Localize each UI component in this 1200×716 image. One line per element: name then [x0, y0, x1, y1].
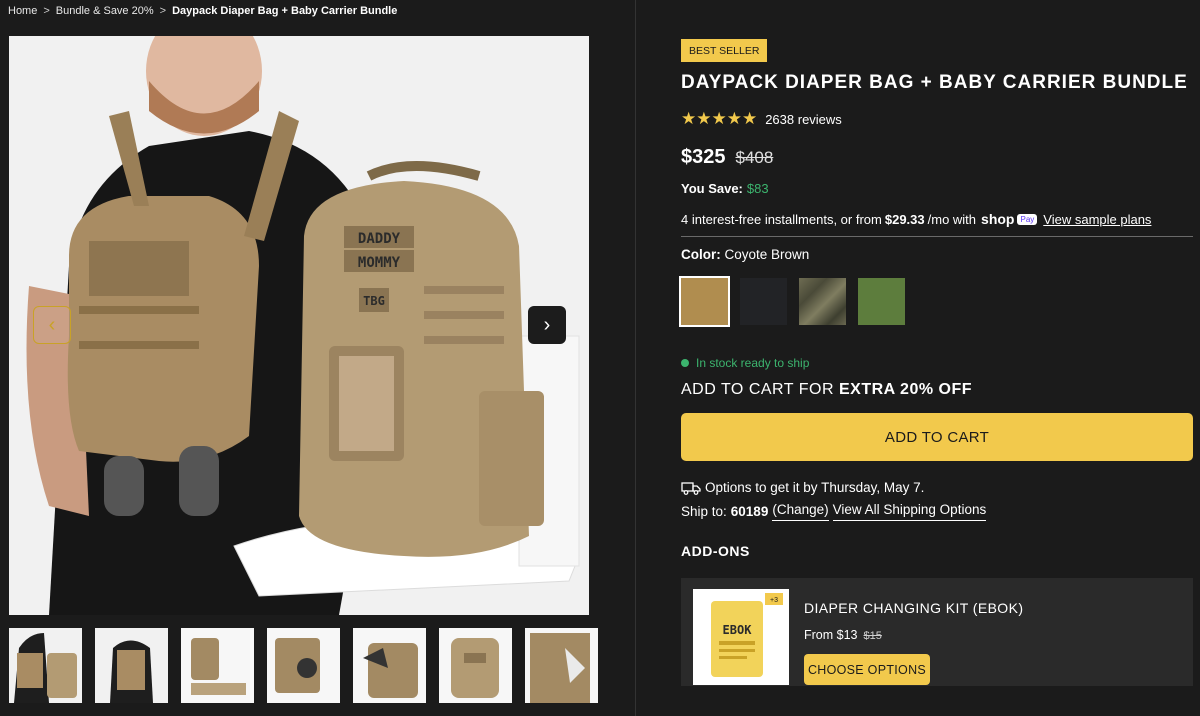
addon-name[interactable]: DIAPER CHANGING KIT (EBOK) — [804, 600, 1023, 616]
installments-suffix: /mo with — [927, 211, 977, 227]
stock-status: In stock ready to ship — [681, 356, 809, 370]
swatch-camo[interactable] — [799, 278, 846, 325]
promo-text: ADD TO CART FOR EXTRA 20% OFF — [681, 381, 972, 399]
price-row: $325 $408 — [681, 146, 773, 169]
breadcrumb-separator: > — [159, 5, 167, 17]
product-title: DAYPACK DIAPER BAG + BABY CARRIER BUNDLE — [681, 72, 1188, 93]
price: $325 — [681, 146, 726, 168]
color-label: Color: Coyote Brown — [681, 247, 809, 262]
chevron-right-icon: › — [543, 313, 551, 336]
promo-prefix: ADD TO CART FOR — [681, 381, 835, 398]
swatch-black[interactable] — [740, 278, 787, 325]
color-label-key: Color: — [681, 247, 721, 262]
swatch-coyote-brown[interactable] — [679, 276, 730, 327]
star-rating-icon: ★★★★★ — [681, 109, 758, 128]
choose-options-button[interactable]: CHOOSE OPTIONS — [804, 654, 930, 685]
thumbnail-4[interactable] — [267, 628, 340, 703]
thumbnail-1[interactable] — [9, 628, 82, 703]
chevron-left-icon: ‹ — [48, 313, 56, 336]
patch-tbg: TBG — [363, 294, 385, 308]
addon-image[interactable]: +3 EBOK — [693, 589, 789, 685]
view-all-shipping-link[interactable]: View All Shipping Options — [832, 502, 987, 521]
addon-price-value: $13 — [836, 628, 858, 642]
shop-pay-tag: Pay — [1017, 213, 1038, 225]
shipping-options: Options to get it by Thursday, May 7. — [681, 480, 924, 495]
swatch-green[interactable] — [858, 278, 905, 325]
installments-info: 4 interest-free installments, or from $2… — [681, 211, 1151, 227]
you-save: You Save: $83 — [681, 181, 769, 196]
thumbnail-2[interactable] — [95, 628, 168, 703]
breadcrumb-category[interactable]: Bundle & Save 20% — [56, 5, 154, 17]
stock-dot-icon — [681, 359, 689, 367]
addon-image-label: EBOK — [723, 623, 753, 637]
thumbnail-3[interactable] — [181, 628, 254, 703]
thumbnail-5[interactable] — [353, 628, 426, 703]
thumbnail-strip — [9, 628, 598, 703]
addon-compare-price: $15 — [863, 630, 882, 642]
gallery-next-button[interactable]: › — [528, 306, 566, 344]
addon-price: From $13 $15 — [804, 628, 882, 642]
installments-amount: $29.33 — [884, 211, 925, 227]
best-seller-badge: BEST SELLER — [681, 39, 768, 62]
addon-card: +3 EBOK DIAPER CHANGING KIT (EBOK) From … — [681, 578, 1193, 686]
gallery-prev-button[interactable]: ‹ — [33, 306, 71, 344]
compare-price: $408 — [735, 148, 774, 167]
patch-daddy: DADDY — [358, 231, 401, 247]
breadcrumb-current: Daypack Diaper Bag + Baby Carrier Bundle — [172, 5, 398, 17]
breadcrumb: Home > Bundle & Save 20% > Daypack Diape… — [8, 3, 397, 19]
you-save-amount: $83 — [746, 181, 769, 196]
thumbnail-7[interactable] — [525, 628, 598, 703]
change-zip-link[interactable]: (Change) — [772, 502, 829, 521]
ship-to-zip: 60189 — [730, 504, 769, 519]
main-product-image[interactable]: DADDY MOMMY TBG — [9, 36, 589, 615]
view-sample-plans-link[interactable]: View sample plans — [1043, 212, 1151, 227]
truck-icon — [681, 481, 701, 495]
breadcrumb-home[interactable]: Home — [8, 5, 37, 17]
you-save-label: You Save: — [681, 181, 743, 196]
color-swatches — [679, 276, 905, 327]
rating[interactable]: ★★★★★ 2638 reviews — [681, 109, 842, 129]
patch-mommy: MOMMY — [358, 255, 401, 271]
shipping-options-text: Options to get it by Thursday, May 7. — [705, 480, 925, 495]
divider — [681, 236, 1193, 237]
addon-price-prefix: From — [804, 628, 834, 642]
color-label-value: Coyote Brown — [724, 247, 810, 262]
thumbnail-6[interactable] — [439, 628, 512, 703]
shop-pay-logo: shop — [981, 211, 1015, 227]
promo-bold: EXTRA 20% OFF — [838, 381, 973, 398]
ship-to: Ship to: 60189 (Change) View All Shippin… — [681, 502, 987, 521]
addons-title: ADD-ONS — [681, 543, 750, 559]
review-count: 2638 reviews — [765, 111, 842, 127]
ship-to-label: Ship to: — [681, 504, 727, 519]
add-to-cart-button[interactable]: ADD TO CART — [681, 413, 1193, 461]
installments-prefix: 4 interest-free installments, or from — [681, 211, 882, 227]
addon-image-corner: +3 — [770, 597, 778, 604]
breadcrumb-separator: > — [43, 5, 50, 17]
stock-text: In stock ready to ship — [696, 356, 810, 370]
panel-divider — [635, 0, 636, 716]
